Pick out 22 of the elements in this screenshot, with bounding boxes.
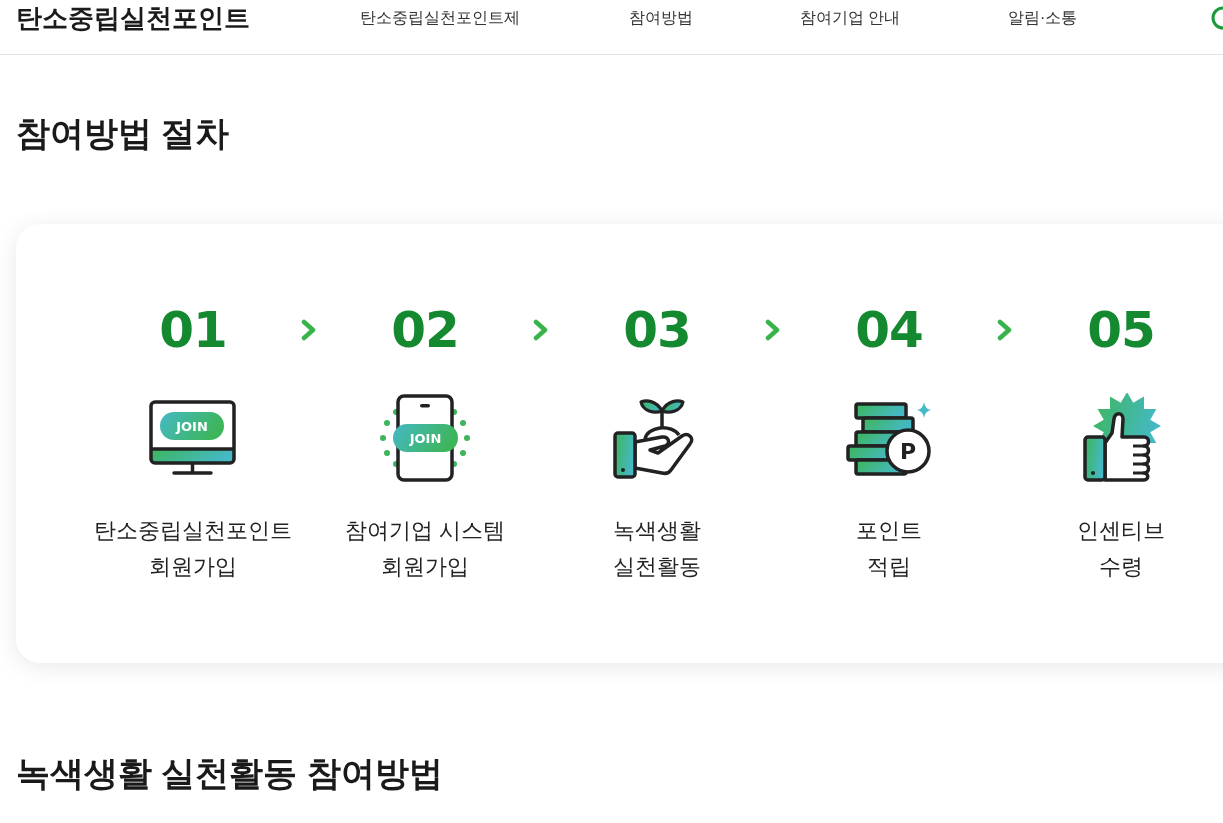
step-number: 02	[391, 302, 459, 358]
step-label: 녹색생활 실천활동	[613, 517, 701, 581]
section-heading: 참여방법 절차	[16, 113, 231, 154]
step-number: 04	[855, 302, 923, 358]
step-number: 05	[1087, 302, 1155, 358]
ring-icon[interactable]	[1211, 6, 1223, 30]
section-heading: 녹색생활 실천활동 참여방법	[16, 753, 444, 794]
chevron-icon	[533, 319, 549, 341]
step-number: 03	[623, 302, 691, 358]
step-number: 01	[159, 302, 227, 358]
chevron-icon	[765, 319, 781, 341]
nav-link[interactable]: 참여기업 안내	[800, 6, 901, 30]
nav-link[interactable]: 참여방법	[629, 6, 693, 30]
step-label: 탄소중립실천포인트 회원가입	[94, 517, 292, 581]
site-logo[interactable]: 탄소중립실천포인트	[16, 2, 250, 34]
chevron-icon	[301, 319, 317, 341]
step-label: 인센티브 수령	[1077, 517, 1165, 581]
nav-link[interactable]: 탄소중립실천포인트제	[360, 6, 520, 30]
chevron-icon	[997, 319, 1013, 341]
nav-link[interactable]: 알림·소통	[1008, 6, 1078, 30]
step-label: 포인트 적립	[856, 517, 922, 581]
step-label: 참여기업 시스템 회원가입	[344, 517, 506, 581]
